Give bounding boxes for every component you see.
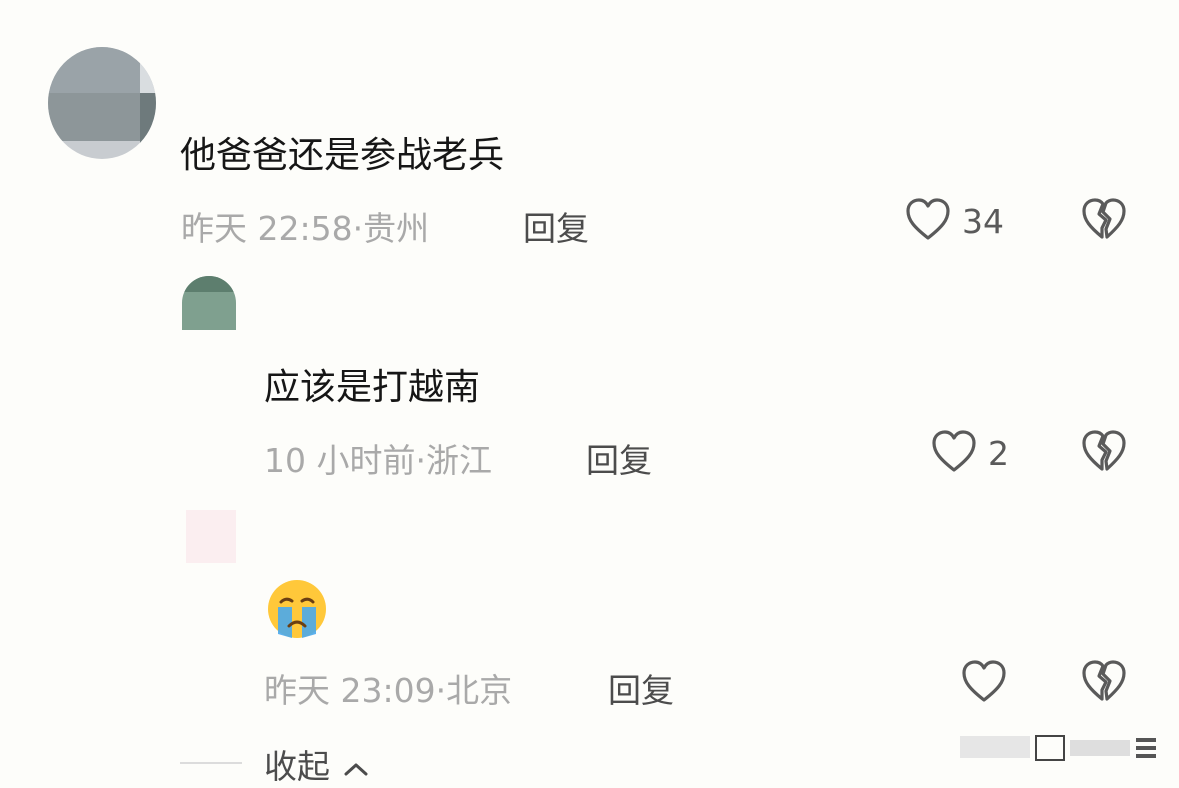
comment-time: 昨天 23:09 <box>264 671 436 710</box>
like-button[interactable] <box>904 196 952 242</box>
comment-time: 昨天 22:58 <box>181 209 353 248</box>
like-button[interactable] <box>960 658 1008 704</box>
collapse-label: 收起 <box>264 747 330 786</box>
user-avatar[interactable] <box>182 276 236 330</box>
comment-meta: 昨天 23:09·北京 <box>264 664 512 712</box>
dislike-button[interactable] <box>1080 196 1128 242</box>
comment-text: 应该是打越南 <box>264 367 481 408</box>
comment-text: 他爸爸还是参战老兵 <box>180 135 505 176</box>
broken-heart-icon <box>1082 660 1126 701</box>
like-count: 2 <box>988 434 1009 473</box>
heart-icon <box>962 660 1006 702</box>
reply-button[interactable]: 回复 <box>608 664 674 712</box>
collapse-button[interactable]: 收起 <box>264 740 369 788</box>
like-button[interactable] <box>930 428 978 474</box>
reply-button[interactable]: 回复 <box>586 434 652 482</box>
comment-time: 10 小时前 <box>264 441 416 480</box>
meta-separator: · <box>415 441 426 480</box>
comment-location: 贵州 <box>363 209 430 248</box>
broken-heart-icon <box>1082 198 1126 239</box>
comment-location: 北京 <box>446 671 513 710</box>
meta-separator: · <box>435 671 447 710</box>
like-count: 34 <box>962 202 1004 241</box>
comment-location: 浙江 <box>425 441 492 480</box>
comment-meta: 昨天 22:58·贵州 <box>181 202 429 250</box>
user-avatar[interactable] <box>48 47 156 159</box>
dislike-button[interactable] <box>1080 658 1128 704</box>
collapse-divider <box>180 762 242 764</box>
reply-button[interactable]: 回复 <box>523 202 589 250</box>
heart-icon <box>906 198 950 240</box>
dislike-button[interactable] <box>1080 428 1128 474</box>
chevron-up-icon <box>344 763 367 775</box>
user-avatar[interactable] <box>186 510 236 563</box>
watermark <box>960 730 1160 764</box>
comment-meta: 10 小时前·浙江 <box>264 434 492 482</box>
meta-separator: · <box>352 209 364 248</box>
broken-heart-icon <box>1082 430 1126 471</box>
heart-icon <box>932 430 976 472</box>
loudly-crying-face-icon <box>268 580 326 638</box>
